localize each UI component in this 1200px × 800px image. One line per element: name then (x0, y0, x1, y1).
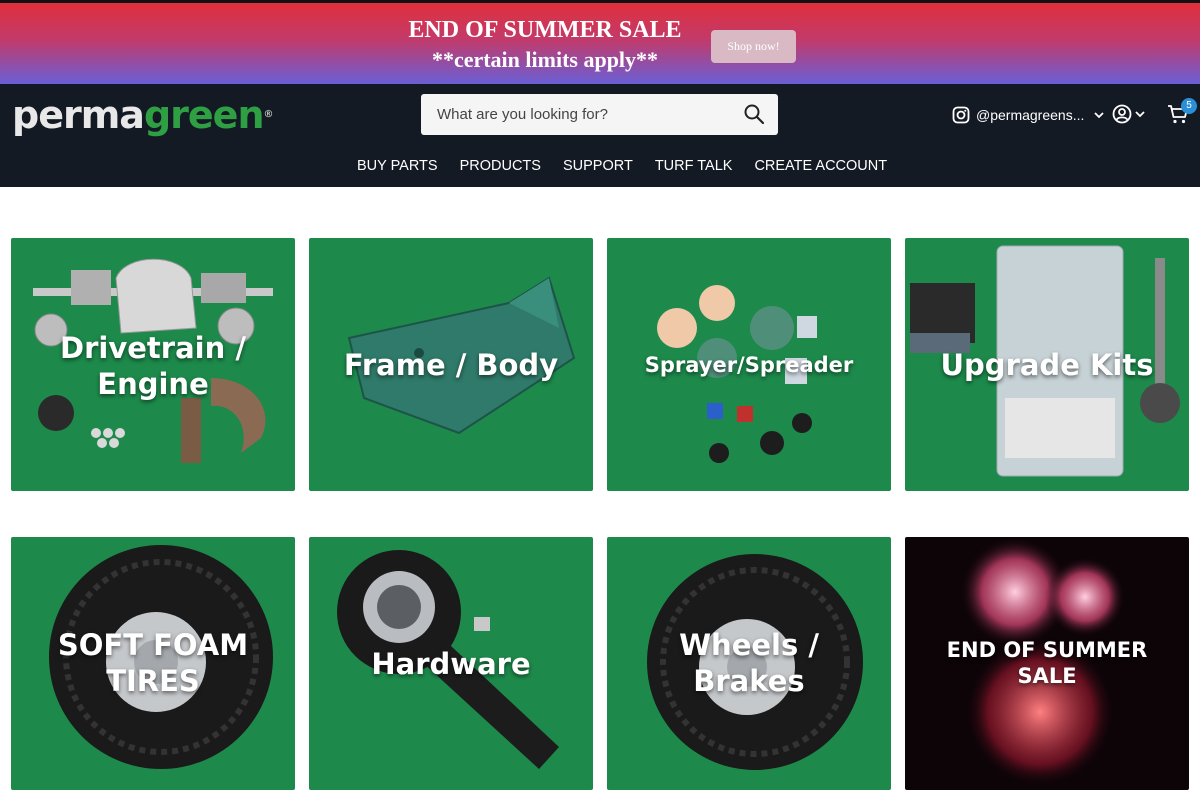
tile-upgrade-kits[interactable]: Upgrade Kits (905, 238, 1189, 491)
tile-label-line: Hardware (371, 647, 531, 681)
main-nav: BUY PARTS PRODUCTS SUPPORT TURF TALK CRE… (346, 156, 898, 176)
tile-label-line: Wheels / (679, 628, 819, 662)
promo-banner: END OF SUMMER SALE **certain limits appl… (0, 0, 1200, 84)
tile-label-line: Brakes (693, 664, 805, 698)
tile-label: Frame / Body (309, 347, 593, 383)
nav-support[interactable]: SUPPORT (552, 156, 644, 176)
nav-buy-parts[interactable]: BUY PARTS (346, 156, 449, 176)
tile-sprayer-spreader[interactable]: Sprayer/Spreader (607, 238, 891, 491)
logo-text-green: green (143, 93, 265, 137)
tile-soft-foam-tires[interactable]: SOFT FOAM TIRES (11, 537, 295, 790)
tile-label: Hardware (309, 646, 593, 682)
search-input[interactable] (421, 94, 731, 135)
tile-label: Drivetrain / Engine (11, 330, 295, 402)
cart-count-badge: 5 (1181, 98, 1197, 114)
tile-wheels-brakes[interactable]: Wheels / Brakes (607, 537, 891, 790)
search-bar (421, 94, 778, 135)
account-menu[interactable] (1112, 104, 1145, 124)
logo-text-perma: perma (12, 93, 145, 137)
instagram-link[interactable]: @permagreens... (952, 104, 1110, 126)
instagram-handle: @permagreens... (976, 107, 1085, 123)
tile-label-line: Sprayer/Spreader (644, 353, 854, 377)
tile-hardware[interactable]: Hardware (309, 537, 593, 790)
nav-products[interactable]: PRODUCTS (449, 156, 552, 176)
tile-label-line: SALE (1017, 664, 1077, 688)
tile-label: SOFT FOAM TIRES (11, 627, 295, 699)
site-header: permagreen® @permagreens... (0, 84, 1200, 187)
tile-end-of-summer-sale[interactable]: END OF SUMMER SALE (905, 537, 1189, 790)
logo-registered: ® (263, 109, 274, 120)
tile-label: Sprayer/Spreader (607, 352, 891, 378)
search-icon[interactable] (744, 104, 764, 124)
nav-create-account[interactable]: CREATE ACCOUNT (743, 156, 898, 176)
permagreen-logo[interactable]: permagreen® (12, 90, 274, 140)
tile-label-line: Upgrade Kits (940, 348, 1154, 382)
user-icon (1112, 104, 1132, 124)
tile-drivetrain-engine[interactable]: Drivetrain / Engine (11, 238, 295, 491)
chevron-down-icon (1094, 112, 1105, 119)
tile-label-line: SOFT FOAM (57, 628, 249, 662)
tile-label-line: Drivetrain / (60, 331, 246, 365)
tile-label: END OF SUMMER SALE (905, 637, 1189, 689)
tile-label: Upgrade Kits (905, 347, 1189, 383)
instagram-icon (952, 106, 970, 124)
tile-label: Wheels / Brakes (607, 627, 891, 699)
chevron-down-icon (1135, 111, 1145, 118)
tile-label-line: TIRES (106, 664, 200, 698)
shop-now-button[interactable]: Shop now! (711, 30, 796, 63)
tile-frame-body[interactable]: Frame / Body (309, 238, 593, 491)
tile-label-line: Engine (97, 367, 209, 401)
tile-label-line: END OF SUMMER (946, 638, 1148, 662)
tile-label-line: Frame / Body (343, 348, 559, 382)
nav-turf-talk[interactable]: TURF TALK (644, 156, 744, 176)
